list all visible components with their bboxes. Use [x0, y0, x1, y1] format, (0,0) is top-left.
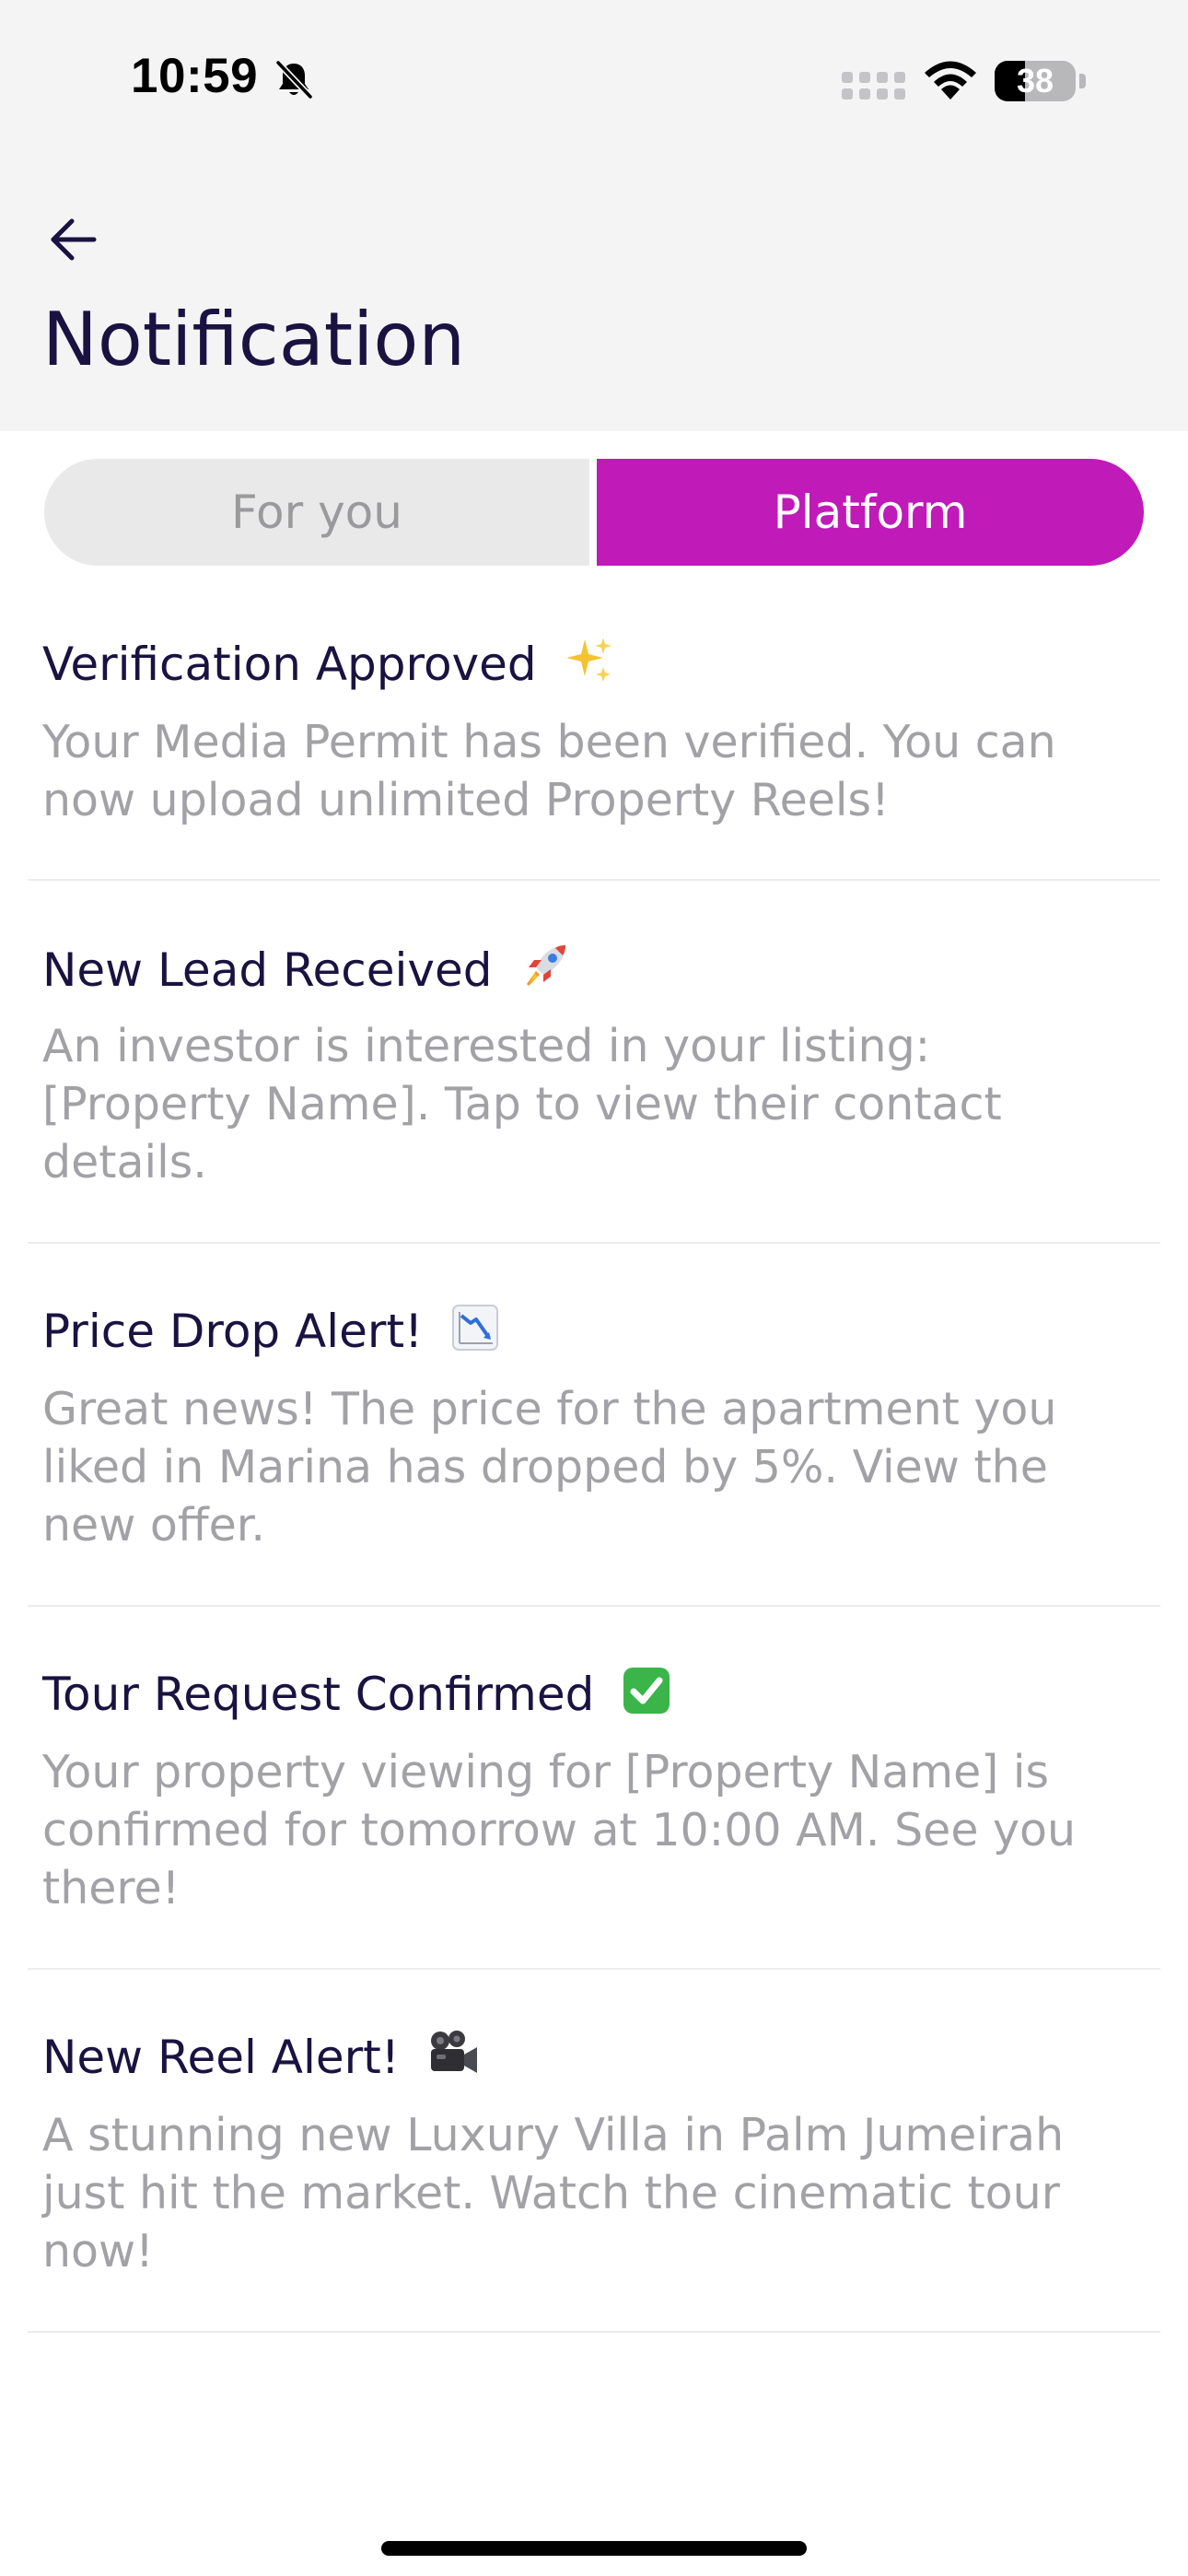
notification-body: Your property viewing for [Property Name… [42, 1746, 1077, 1914]
tab-platform[interactable]: Platform [597, 459, 1144, 566]
notification-body: A stunning new Luxury Villa in Palm Jume… [42, 2109, 1065, 2277]
rocket-icon [527, 945, 566, 986]
tab-bar: For you Platform [44, 459, 1144, 566]
movie-camera-icon [430, 2031, 477, 2073]
status-time: 10:59 [131, 49, 259, 103]
wifi-icon [925, 61, 976, 100]
arrow-left-icon [51, 218, 97, 261]
notification-title: Verification Approved [42, 638, 537, 691]
notification-item-new-lead[interactable]: New Lead Received An investor is interes… [28, 881, 1160, 1244]
chart-decreasing-icon [452, 1305, 499, 1351]
page-title: Notification [42, 297, 466, 382]
bell-slash-icon [275, 60, 313, 100]
check-mark-button-icon [623, 1668, 670, 1714]
battery-level: 38 [1016, 62, 1054, 100]
notification-item-verification[interactable]: Verification Approved Your Media Permit … [28, 608, 1160, 881]
battery-icon: 38 [995, 61, 1087, 101]
notification-body: Your Media Permit has been verified. You… [42, 716, 1056, 826]
cellular-signal-icon [842, 72, 905, 100]
home-indicator[interactable] [381, 2541, 807, 2556]
back-button[interactable] [37, 203, 111, 276]
notification-title: Tour Request Confirmed [42, 1668, 595, 1721]
header: 10:59 38 Notification [0, 0, 1188, 431]
tab-for-you[interactable]: For you [44, 459, 589, 566]
notification-body: Great news! The price for the apartment … [42, 1383, 1057, 1551]
notification-title: New Lead Received [42, 943, 493, 997]
notification-body: An investor is interested in your listin… [42, 1020, 1002, 1188]
notification-item-new-reel[interactable]: New Reel Alert! A stunning new Luxury Vi… [28, 1970, 1160, 2333]
notification-title: New Reel Alert! [42, 2031, 400, 2084]
notification-item-tour-request[interactable]: Tour Request Confirmed Your property vie… [28, 1607, 1160, 1970]
notification-item-price-drop[interactable]: Price Drop Alert! Great news! The price … [28, 1244, 1160, 1607]
sparkles-icon [565, 638, 611, 682]
notification-title: Price Drop Alert! [42, 1305, 424, 1358]
notification-screen: 10:59 38 Notification For you Platform V… [0, 0, 1188, 2576]
